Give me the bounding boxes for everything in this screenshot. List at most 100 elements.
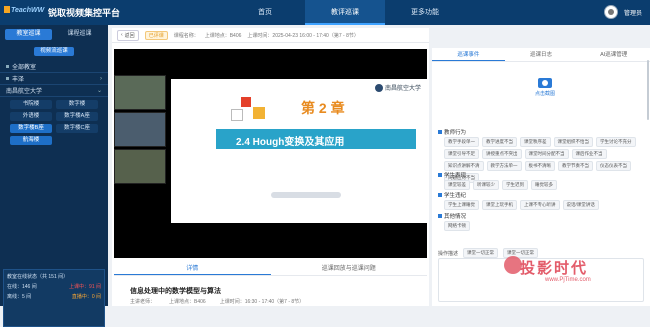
tag-group: 网络卡顿 bbox=[444, 221, 644, 231]
slide-chapter: 第 2 章 bbox=[301, 100, 345, 116]
tab-course[interactable]: 课程巡课 bbox=[56, 29, 103, 40]
status-badge: 已评课 bbox=[144, 30, 168, 40]
room-chip[interactable]: 外语楼 bbox=[10, 112, 52, 121]
event-tag[interactable]: 课堂秩序差 bbox=[520, 137, 551, 147]
main-panel: ‹ 返回 已评课 课程名称： 上课地点：B406 上课时间：2025-04-23 … bbox=[112, 28, 429, 306]
event-tag[interactable]: 仪态仪表不当 bbox=[596, 161, 631, 171]
back-button[interactable]: ‹ 返回 bbox=[117, 29, 139, 41]
slide-title-bar: 2.4 Hough变换及其应用 bbox=[216, 129, 416, 149]
sidebar: 教室巡课 课程巡课 视频流巡课 全部教室 丰泽 › 南昌航空大学 ⌄ 书院楼 数字楼… bbox=[0, 25, 108, 327]
section-title: 学生违纪 bbox=[438, 191, 466, 199]
video-player[interactable]: 南昌航空大学 第 2 章 2.4 Hough变换及其应用 bbox=[114, 49, 427, 258]
tab-playback[interactable]: 巡课回放与巡课问题 bbox=[271, 262, 428, 275]
watermark-text: 投影时代 bbox=[520, 260, 589, 277]
folder-icon bbox=[6, 65, 9, 68]
chevron-right-icon: › bbox=[100, 75, 102, 82]
ops-tag[interactable]: 课堂一切正常 bbox=[463, 248, 499, 258]
camera-icon bbox=[538, 78, 552, 88]
time-label: 上课时间：16:30 - 17:40（第7 - 8节） bbox=[219, 299, 305, 305]
ops-label: 操作描述 bbox=[438, 250, 459, 257]
event-tag[interactable]: 课后作业不当 bbox=[571, 149, 607, 159]
status-panel: 教室在线状态（共 151 间） 在线：146 间 上课中：91 间 离线：5 间 直… bbox=[3, 269, 105, 327]
course-title: 信息处理中的数学模型与算法 bbox=[130, 288, 221, 295]
tab-logs[interactable]: 巡课日志 bbox=[505, 48, 578, 61]
sidebar-item-all[interactable]: 全部教室 bbox=[0, 61, 108, 73]
event-tag[interactable]: 学生上课睡觉 bbox=[444, 200, 479, 210]
sidebar-tabs: 教室巡课 课程巡课 bbox=[0, 25, 108, 44]
tab-events[interactable]: 巡课事件 bbox=[432, 48, 505, 61]
tab-stream[interactable]: 视频流巡课 bbox=[34, 47, 74, 56]
screenshot-button[interactable]: 点击截图 bbox=[535, 78, 555, 97]
chevron-down-icon: ⌄ bbox=[96, 88, 102, 94]
event-tag[interactable]: 网络卡顿 bbox=[444, 221, 470, 231]
event-tag[interactable]: 听课较少 bbox=[473, 180, 499, 190]
location-label: 上课地点：B406 bbox=[204, 32, 242, 39]
event-tag[interactable]: 课堂较差 bbox=[444, 180, 470, 190]
event-tag[interactable]: 上课不专心听讲 bbox=[520, 200, 560, 210]
course-label: 课程名称： bbox=[173, 32, 199, 39]
brand-logo[interactable]: TeachWW bbox=[4, 6, 44, 14]
slide-view: 南昌航空大学 第 2 章 2.4 Hough变换及其应用 bbox=[171, 79, 427, 223]
event-tag[interactable]: 课堂时间分配不当 bbox=[524, 149, 569, 159]
camera-view[interactable] bbox=[114, 149, 166, 184]
username: 管理员 bbox=[623, 10, 642, 17]
status-recording: 上课中：91 间 bbox=[69, 284, 101, 290]
event-tag[interactable]: 教学进度不当 bbox=[482, 137, 517, 147]
decor-square bbox=[231, 109, 243, 121]
video-tabs: 详情 巡课回放与巡课问题 bbox=[114, 262, 427, 276]
platform-title: 锐取视频集控平台 bbox=[48, 8, 121, 18]
event-tag[interactable]: 知识点讲解不清 bbox=[444, 161, 484, 171]
avatar[interactable] bbox=[603, 5, 618, 19]
tab-details[interactable]: 详情 bbox=[114, 262, 271, 275]
status-online: 在线：146 间 bbox=[7, 284, 37, 290]
status-offline: 离线：5 间 bbox=[7, 294, 32, 300]
right-tabs: 巡课事件 巡课日志 AI巡课管理 bbox=[432, 48, 650, 62]
room-chip[interactable]: 数字楼 bbox=[56, 100, 98, 109]
time-label: 上课时间：2025-04-23 16:00 - 17:40（第7 - 8节） bbox=[247, 32, 359, 39]
chevron-left-icon: ‹ bbox=[121, 32, 123, 38]
blurred-text bbox=[271, 192, 341, 198]
event-tag[interactable]: 课堂上玩手机 bbox=[482, 200, 517, 210]
status-title: 教室在线状态（共 151 间） bbox=[7, 274, 69, 280]
nav-inspection[interactable]: 教评巡课 bbox=[305, 0, 385, 25]
room-chip[interactable]: 数字楼A座 bbox=[56, 112, 98, 121]
main-nav: 首页 教评巡课 更多功能 bbox=[225, 0, 465, 25]
event-tag[interactable]: 课堂引导不足 bbox=[444, 149, 479, 159]
school-logo: 南昌航空大学 bbox=[374, 83, 421, 92]
room-chip[interactable]: 航海楼 bbox=[10, 136, 52, 145]
logo-icon bbox=[4, 6, 10, 13]
top-bar: TeachWW 锐取视频集控平台 首页 教评巡课 更多功能 管理员 bbox=[0, 0, 650, 25]
event-tag[interactable]: 教学手段单一 bbox=[444, 137, 479, 147]
event-tag[interactable]: 讲授重点不突出 bbox=[482, 149, 522, 159]
event-tag[interactable]: 学生迟到 bbox=[502, 180, 528, 190]
event-tag[interactable]: 课堂组织不恰当 bbox=[553, 137, 593, 147]
camera-view[interactable] bbox=[114, 112, 166, 147]
sidebar-item-university[interactable]: 南昌航空大学 ⌄ bbox=[0, 85, 108, 97]
sidebar-item-fengze[interactable]: 丰泽 › bbox=[0, 73, 108, 85]
camera-view[interactable] bbox=[114, 75, 166, 110]
tag-group: 教学手段单一 教学进度不当 课堂秩序差 课堂组织不恰当 学生讨论不充分 课堂引导… bbox=[444, 137, 644, 183]
tab-classroom[interactable]: 教室巡课 bbox=[5, 29, 52, 40]
watermark-url: www.PjTime.com bbox=[545, 277, 591, 283]
user-menu[interactable]: 管理员 bbox=[603, 5, 642, 19]
breadcrumb: ‹ 返回 已评课 课程名称： 上课地点：B406 上课时间：2025-04-23 … bbox=[112, 28, 429, 43]
event-tag[interactable]: 睡觉较多 bbox=[531, 180, 557, 190]
slide-title: 2.4 Hough变换及其应用 bbox=[236, 137, 345, 148]
tag-group: 课堂较差 听课较少 学生迟到 睡觉较多 bbox=[444, 180, 644, 190]
event-tag[interactable]: 说话/课堂讲话 bbox=[562, 200, 599, 210]
nav-home[interactable]: 首页 bbox=[225, 0, 305, 25]
folder-icon bbox=[6, 77, 9, 80]
nav-more[interactable]: 更多功能 bbox=[385, 0, 465, 25]
event-tag[interactable]: 教学节奏不当 bbox=[558, 161, 593, 171]
event-tag[interactable]: 教学方法单一 bbox=[486, 161, 522, 171]
tab-ai[interactable]: AI巡课管理 bbox=[577, 48, 650, 61]
teacher-label: 主讲老师： bbox=[130, 299, 156, 305]
decor-square bbox=[241, 97, 251, 107]
scrollbar[interactable] bbox=[647, 60, 649, 120]
room-chip[interactable]: 数字楼C座 bbox=[56, 124, 98, 133]
event-tag[interactable]: 板书不清晰 bbox=[524, 161, 555, 171]
event-tag[interactable]: 学生讨论不充分 bbox=[596, 137, 636, 147]
room-chip[interactable]: 数字楼B座 bbox=[10, 124, 52, 133]
seal-icon bbox=[374, 83, 383, 92]
room-chip[interactable]: 书院楼 bbox=[10, 100, 52, 109]
